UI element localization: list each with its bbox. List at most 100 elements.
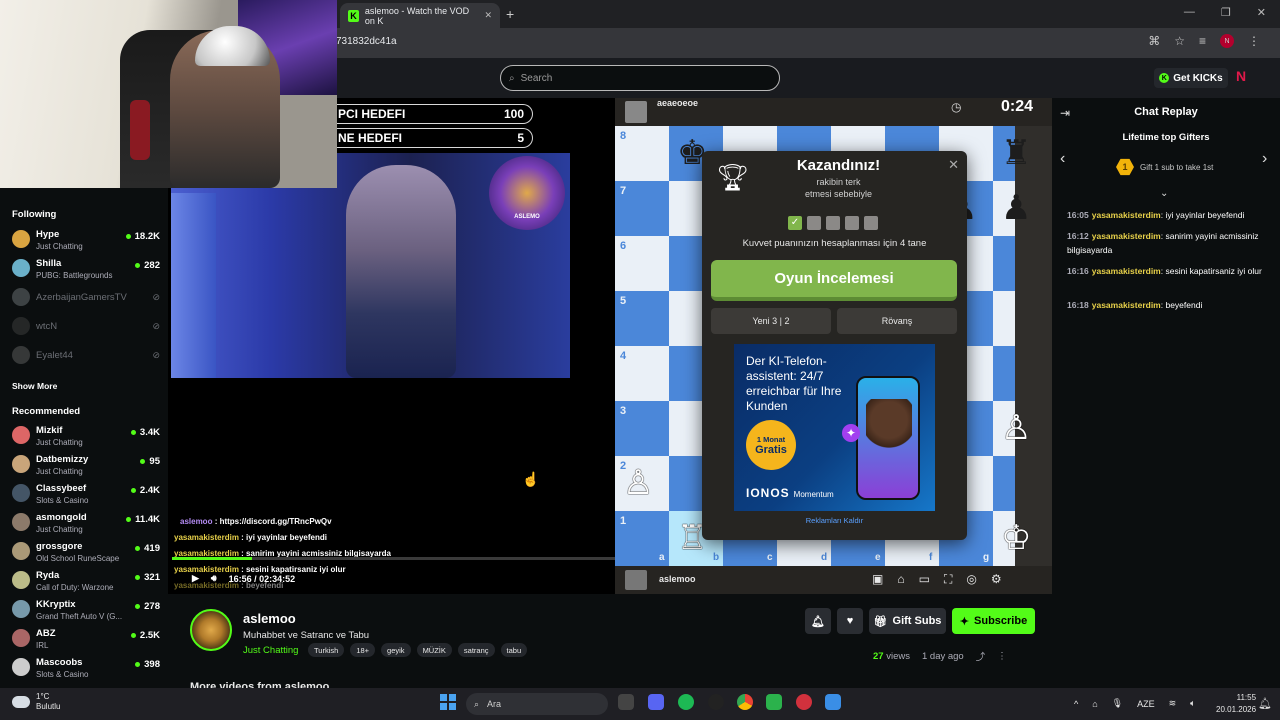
sidebar-channel[interactable]: AzerbaijanGamersTV ⊘ <box>12 286 160 315</box>
sidebar-channel[interactable]: Datbemizzy Just Chatting 95 <box>12 453 160 482</box>
start-button[interactable] <box>440 694 456 710</box>
sidebar-channel[interactable]: wtcN ⊘ <box>12 315 160 344</box>
media-icon[interactable]: ≡ <box>1199 34 1206 48</box>
sidebar-channel[interactable]: Ryda Call of Duty: Warzone 321 <box>12 569 160 598</box>
volume-icon[interactable]: 🔊︎ <box>211 573 217 584</box>
wifi-icon[interactable]: ≋ <box>1169 698 1177 709</box>
sidebar-channel[interactable]: Mizkif Just Chatting 3.4K <box>12 424 160 453</box>
chevron-up-icon[interactable]: ^ <box>1074 699 1078 709</box>
mic-icon[interactable]: 🎙︎ <box>1112 698 1123 709</box>
gift-subs-button[interactable]: 🎁︎ Gift Subs <box>869 608 946 634</box>
sidebar-channel[interactable]: Eyalet44 ⊘ <box>12 344 160 373</box>
sidebar-channel[interactable]: Hype Just Chatting 18.2K <box>12 228 160 257</box>
close-window-icon[interactable]: ✕ <box>1257 6 1266 19</box>
tag-chip[interactable]: Turkish <box>308 643 345 657</box>
theater-icon[interactable]: ▭ <box>919 572 930 587</box>
black-pawn-icon[interactable]: ♟ <box>1001 191 1031 225</box>
whatsapp-icon[interactable] <box>766 694 782 710</box>
close-tab-icon[interactable]: ✕ <box>484 10 492 21</box>
input-language[interactable]: AZE <box>1137 699 1155 709</box>
new-tab-button[interactable]: + <box>506 6 514 22</box>
sidebar-channel[interactable]: Mascoobs Slots & Casino 398 <box>12 656 160 685</box>
clip-icon[interactable]: ⌂ <box>897 572 904 587</box>
more-options-icon[interactable]: ⋮ <box>997 651 1007 662</box>
taskbar-search[interactable]: ⌕ Ara <box>466 693 608 715</box>
chevron-right-icon[interactable]: › <box>1262 150 1267 168</box>
app-icon[interactable] <box>796 694 812 710</box>
network-icon[interactable]: ⌂ <box>1092 699 1097 709</box>
sidebar-channel[interactable]: Classybeef Slots & Casino 2.4K <box>12 482 160 511</box>
search-input[interactable]: ⌕ Search <box>500 65 780 91</box>
notification-logo-icon[interactable]: N <box>1236 68 1246 84</box>
profile-avatar-icon[interactable]: N <box>1220 34 1234 48</box>
white-king-icon[interactable]: ♔ <box>1001 521 1031 555</box>
url-text[interactable]: 731832dc41a <box>336 36 397 47</box>
tag-chip[interactable]: MÜZİK <box>416 643 452 657</box>
sidebar-channel[interactable]: asmongold Just Chatting 11.4K <box>12 511 160 540</box>
obs-icon[interactable] <box>708 694 724 710</box>
tag-chip[interactable]: satranç <box>457 643 495 657</box>
board-square[interactable] <box>993 236 1015 291</box>
channel-name[interactable]: aslemoo <box>243 611 296 626</box>
minimize-icon[interactable]: — <box>1184 6 1195 19</box>
speaker-icon[interactable]: 🔈︎ <box>1190 698 1195 709</box>
settings-gear-icon[interactable]: ⚙ <box>991 572 1002 587</box>
discord-icon[interactable] <box>648 694 664 710</box>
channel-avatar[interactable] <box>190 609 232 651</box>
chat-username[interactable]: yasamakisterdim <box>1092 266 1161 276</box>
ad-brand: IONOS <box>746 486 790 500</box>
video-progress-bar[interactable] <box>172 557 615 560</box>
menu-kebab-icon[interactable]: ⋮ <box>1248 34 1260 48</box>
chat-username[interactable]: yasamakisterdim <box>1092 300 1161 310</box>
board-square[interactable] <box>993 346 1015 401</box>
black-rook-icon[interactable]: ♜ <box>1001 136 1031 170</box>
subscribe-button[interactable]: ✦ Subscribe <box>952 608 1035 634</box>
game-review-button[interactable]: Oyun İncelemesi <box>711 260 957 301</box>
chrome-icon[interactable] <box>737 694 753 710</box>
show-more-link[interactable]: Show More <box>12 381 57 391</box>
sidebar-channel[interactable]: Shilla PUBG: Battlegrounds 282 <box>12 257 160 286</box>
spotify-icon[interactable] <box>678 694 694 710</box>
search-icon: ⌕ <box>474 698 480 709</box>
stream-category[interactable]: Just Chatting <box>243 645 298 656</box>
tag-chip[interactable]: geyik <box>381 643 411 657</box>
expand-gifters-icon[interactable]: ⌄ <box>1160 188 1168 199</box>
maximize-icon[interactable]: ❐ <box>1221 6 1231 19</box>
get-kicks-button[interactable]: K Get KICKs <box>1154 68 1228 88</box>
speed-icon[interactable]: ◎ <box>966 572 976 587</box>
file-explorer-icon[interactable] <box>618 694 634 710</box>
sidebar-channel[interactable]: KKryptix Grand Theft Auto V (G... 278 <box>12 598 160 627</box>
weather-widget[interactable]: 1°C Bulutlu <box>12 692 60 712</box>
play-icon[interactable]: ▶ <box>192 573 199 584</box>
photos-icon[interactable] <box>825 694 841 710</box>
sidebar-channel[interactable]: ABZ IRL 2.5K <box>12 627 160 656</box>
taskbar-clock[interactable]: 11:55 20.01.2026 <box>1216 692 1256 716</box>
follow-heart-button[interactable]: ♥ <box>837 608 863 634</box>
share-icon[interactable]: ⤴ <box>976 649 986 663</box>
remove-ads-link[interactable]: Reklamları Kaldır <box>702 516 967 525</box>
board-square[interactable] <box>993 456 1015 511</box>
fullscreen-icon[interactable]: ⛶ <box>944 572 952 587</box>
video-progress-fill <box>172 557 252 560</box>
chat-username[interactable]: yasamakisterdim <box>1092 210 1161 220</box>
live-dot-icon <box>140 459 146 464</box>
miniplayer-icon[interactable]: ▣ <box>872 572 883 587</box>
channel-category: Just Chatting <box>36 438 83 447</box>
rematch-button[interactable]: Rövanş <box>837 308 957 334</box>
translate-icon[interactable]: ⌘ <box>1148 34 1160 48</box>
new-game-button[interactable]: Yeni 3 | 2 <box>711 308 831 334</box>
tag-chip[interactable]: tabu <box>500 643 528 657</box>
board-square[interactable] <box>993 291 1015 346</box>
tag-chip[interactable]: 18+ <box>350 643 376 657</box>
sidebar-channel[interactable]: grossgore Old School RuneScape 419 <box>12 540 160 569</box>
browser-tab[interactable]: K aslemoo - Watch the VOD on K ✕ <box>340 3 500 28</box>
notification-center-icon[interactable]: 🔔︎ <box>1258 697 1272 710</box>
white-pawn-icon[interactable]: ♙ <box>1001 411 1031 445</box>
ad-badge-top: 1 Monat <box>756 434 786 444</box>
chat-username[interactable]: yasamakisterdim <box>1092 231 1161 241</box>
advertisement[interactable]: Der KI-Telefon-assistent: 24/7 erreichba… <box>734 344 935 511</box>
white-pawn-icon[interactable]: ♙ <box>623 466 653 500</box>
chevron-left-icon[interactable]: ‹ <box>1060 150 1065 168</box>
bookmark-star-icon[interactable]: ☆ <box>1174 34 1185 48</box>
notification-bell-button[interactable]: 🔔︎ <box>805 608 831 634</box>
